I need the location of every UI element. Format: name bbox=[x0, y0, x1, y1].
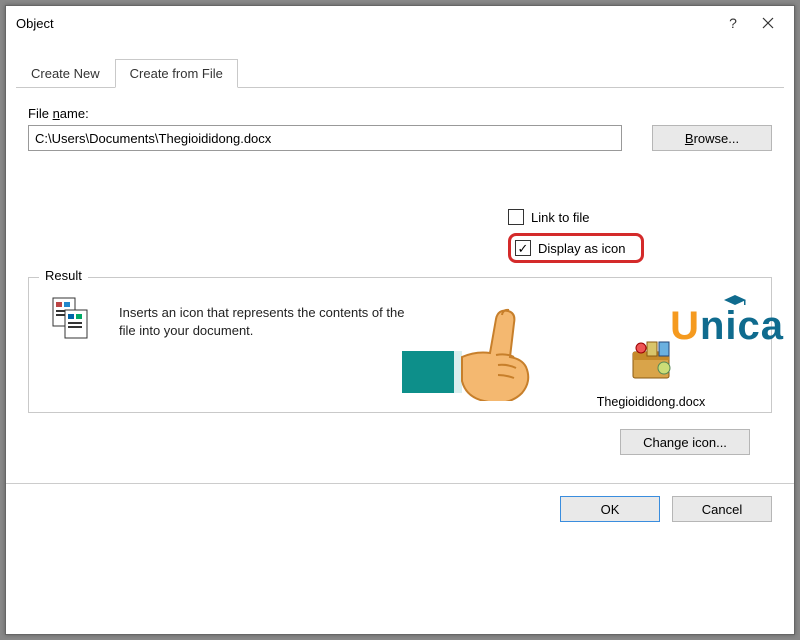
ok-button[interactable]: OK bbox=[560, 496, 660, 522]
display-as-icon-highlight: Display as icon bbox=[508, 233, 644, 263]
checkbox-icon bbox=[508, 209, 524, 225]
dialog-footer: OK Cancel bbox=[6, 483, 794, 534]
link-to-file-checkbox[interactable]: Link to file bbox=[508, 209, 772, 225]
document-pair-icon bbox=[47, 294, 95, 342]
display-as-icon-checkbox[interactable]: Display as icon bbox=[515, 240, 625, 256]
dialog-title: Object bbox=[16, 16, 54, 31]
icon-preview: Thegioididong.docx bbox=[591, 336, 711, 409]
file-name-input[interactable] bbox=[28, 125, 622, 151]
cancel-button[interactable]: Cancel bbox=[672, 496, 772, 522]
help-button[interactable]: ? bbox=[718, 15, 748, 31]
result-description: Inserts an icon that represents the cont… bbox=[119, 294, 409, 339]
change-icon-button[interactable]: Change icon... bbox=[620, 429, 750, 455]
package-icon bbox=[625, 336, 677, 384]
close-button[interactable] bbox=[748, 8, 788, 38]
browse-button[interactable]: Browse... bbox=[652, 125, 772, 151]
tab-create-from-file[interactable]: Create from File bbox=[115, 59, 238, 88]
preview-filename: Thegioididong.docx bbox=[591, 395, 711, 409]
titlebar: Object ? bbox=[6, 6, 794, 40]
tab-create-new[interactable]: Create New bbox=[16, 59, 115, 88]
checkbox-checked-icon bbox=[515, 240, 531, 256]
tabs: Create New Create from File bbox=[16, 58, 784, 88]
result-legend: Result bbox=[39, 268, 88, 283]
file-name-label: File name: bbox=[28, 106, 772, 121]
result-group: Result Inserts an icon that represents t… bbox=[28, 277, 772, 413]
close-icon bbox=[762, 17, 774, 29]
object-dialog: Object ? Create New Create from File Fil… bbox=[5, 5, 795, 635]
